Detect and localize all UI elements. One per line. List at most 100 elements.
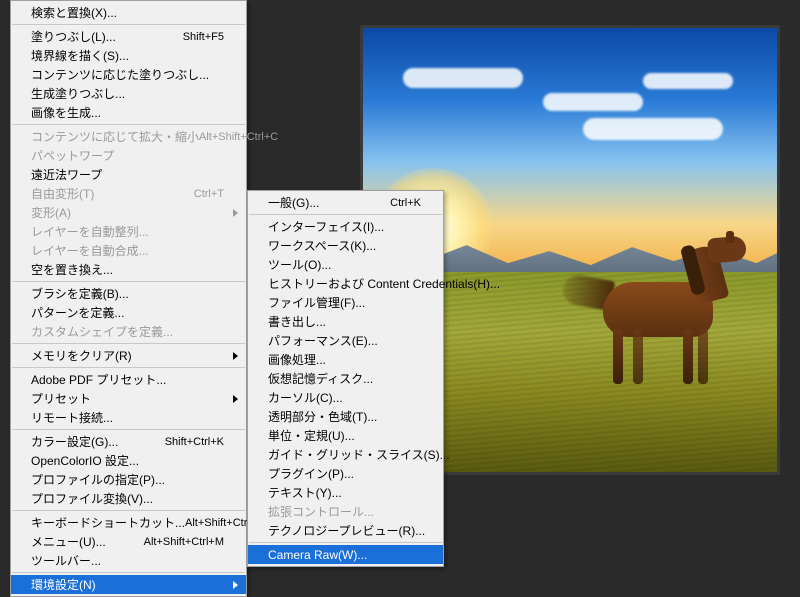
- menu-separator: [12, 572, 245, 573]
- menu-item-label: 透明部分・色域(T)...: [268, 408, 421, 425]
- menu_sub-item-1[interactable]: インターフェイス(I)...: [248, 217, 443, 236]
- menu-item-label: ツールバー...: [31, 552, 224, 569]
- menu_sub-item-15[interactable]: テキスト(Y)...: [248, 483, 443, 502]
- menu_sub-item-13[interactable]: ガイド・グリッド・スライス(S)...: [248, 445, 443, 464]
- menu-item-label: Adobe PDF プリセット...: [31, 371, 224, 388]
- menu_sub-item-7[interactable]: パフォーマンス(E)...: [248, 331, 443, 350]
- menu-item-label: 環境設定(N): [31, 576, 224, 593]
- menu_main-item-5[interactable]: 画像を生成...: [11, 103, 246, 122]
- menu_main-item-27[interactable]: ツールバー...: [11, 551, 246, 570]
- menu_main-item-7: パペットワープ: [11, 146, 246, 165]
- menu_main-item-9: 自由変形(T)Ctrl+T: [11, 184, 246, 203]
- menu-item-label: テキスト(Y)...: [268, 484, 421, 501]
- menu-item-label: パターンを定義...: [31, 304, 224, 321]
- menu-separator: [12, 343, 245, 344]
- menu-item-label: テクノロジープレビュー(R)...: [268, 522, 425, 539]
- menu_main-item-14[interactable]: ブラシを定義(B)...: [11, 284, 246, 303]
- menu_sub-item-4[interactable]: ヒストリーおよび Content Credentials(H)...: [248, 274, 443, 293]
- menu-item-label: 自由変形(T): [31, 185, 194, 202]
- menu_main-item-26[interactable]: メニュー(U)...Alt+Shift+Ctrl+M: [11, 532, 246, 551]
- menu_main-item-28[interactable]: 環境設定(N): [11, 575, 246, 594]
- menu_sub-item-9[interactable]: 仮想記憶ディスク...: [248, 369, 443, 388]
- menu-separator: [249, 214, 442, 215]
- menu-separator: [12, 367, 245, 368]
- menu-item-label: メモリをクリア(R): [31, 347, 224, 364]
- edit-menu[interactable]: 検索と置換(X)...塗りつぶし(L)...Shift+F5境界線を描く(S).…: [10, 0, 247, 597]
- menu_main-item-4[interactable]: 生成塗りつぶし...: [11, 84, 246, 103]
- menu-item-label: 空を置き換え...: [31, 261, 224, 278]
- menu-item-label: コンテンツに応じた塗りつぶし...: [31, 66, 224, 83]
- menu_main-item-21[interactable]: カラー設定(G)...Shift+Ctrl+K: [11, 432, 246, 451]
- clouds-layer: [363, 58, 777, 178]
- horse: [578, 237, 748, 387]
- menu-item-label: カラー設定(G)...: [31, 433, 165, 450]
- menu_main-item-16: カスタムシェイプを定義...: [11, 322, 246, 341]
- menu-item-label: プロファイルの指定(P)...: [31, 471, 224, 488]
- menu-item-label: メニュー(U)...: [31, 533, 144, 550]
- menu-item-label: 変形(A): [31, 204, 224, 221]
- menu-item-shortcut: Shift+F5: [183, 31, 224, 43]
- menu_main-item-20[interactable]: リモート接続...: [11, 408, 246, 427]
- menu_main-item-1[interactable]: 塗りつぶし(L)...Shift+F5: [11, 27, 246, 46]
- menu_main-item-17[interactable]: メモリをクリア(R): [11, 346, 246, 365]
- menu-separator: [12, 510, 245, 511]
- menu-item-label: 拡張コントロール...: [268, 503, 421, 520]
- menu_main-item-23[interactable]: プロファイルの指定(P)...: [11, 470, 246, 489]
- menu-item-label: インターフェイス(I)...: [268, 218, 421, 235]
- menu-item-label: 塗りつぶし(L)...: [31, 28, 183, 45]
- menu_main-item-15[interactable]: パターンを定義...: [11, 303, 246, 322]
- menu_main-item-8[interactable]: 遠近法ワープ: [11, 165, 246, 184]
- menu-item-label: プラグイン(P)...: [268, 465, 421, 482]
- menu-item-label: ブラシを定義(B)...: [31, 285, 224, 302]
- menu-item-label: OpenColorIO 設定...: [31, 452, 224, 469]
- menu_sub-item-17[interactable]: テクノロジープレビュー(R)...: [248, 521, 443, 540]
- menu_sub-item-14[interactable]: プラグイン(P)...: [248, 464, 443, 483]
- preferences-submenu[interactable]: 一般(G)...Ctrl+K インターフェイス(I)... ワークスペース(K)..…: [247, 190, 444, 567]
- menu_main-item-18[interactable]: Adobe PDF プリセット...: [11, 370, 246, 389]
- menu_sub-item-6[interactable]: 書き出し...: [248, 312, 443, 331]
- menu_main-item-24[interactable]: プロファイル変換(V)...: [11, 489, 246, 508]
- menu-item-label: 画像を生成...: [31, 104, 224, 121]
- menu_sub-item-5[interactable]: ファイル管理(F)...: [248, 293, 443, 312]
- menu_sub-item-10[interactable]: カーソル(C)...: [248, 388, 443, 407]
- menu-item-label: プロファイル変換(V)...: [31, 490, 224, 507]
- menu_main-item-6: コンテンツに応じて拡大・縮小Alt+Shift+Ctrl+C: [11, 127, 246, 146]
- menu-item-shortcut: Ctrl+K: [390, 197, 421, 209]
- menu-separator: [12, 124, 245, 125]
- menu_sub-item-8[interactable]: 画像処理...: [248, 350, 443, 369]
- menu_main-item-0[interactable]: 検索と置換(X)...: [11, 3, 246, 22]
- menu-item-label: Camera Raw(W)...: [268, 548, 421, 562]
- menu-item-label: 境界線を描く(S)...: [31, 47, 224, 64]
- menu_sub-item-18[interactable]: Camera Raw(W)...: [248, 545, 443, 564]
- menu-item-label: 一般(G)...: [268, 194, 390, 211]
- menu_main-item-2[interactable]: 境界線を描く(S)...: [11, 46, 246, 65]
- menu-item-label: カスタムシェイプを定義...: [31, 323, 224, 340]
- menu-item-label: プリセット: [31, 390, 224, 407]
- menu-item-label: 単位・定規(U)...: [268, 427, 421, 444]
- menu-separator: [12, 281, 245, 282]
- menu_main-item-11: レイヤーを自動整列...: [11, 222, 246, 241]
- menu_main-item-22[interactable]: OpenColorIO 設定...: [11, 451, 246, 470]
- menu_main-item-13[interactable]: 空を置き換え...: [11, 260, 246, 279]
- menu_sub-item-12[interactable]: 単位・定規(U)...: [248, 426, 443, 445]
- menu-item-label: 検索と置換(X)...: [31, 4, 224, 21]
- menu-item-shortcut: Alt+Shift+Ctrl+C: [199, 131, 278, 143]
- menu_sub-item-2[interactable]: ワークスペース(K)...: [248, 236, 443, 255]
- menu-item-label: ワークスペース(K)...: [268, 237, 421, 254]
- menu_main-item-10: 変形(A): [11, 203, 246, 222]
- menu_sub-item-3[interactable]: ツール(O)...: [248, 255, 443, 274]
- menu-item-label: ヒストリーおよび Content Credentials(H)...: [268, 275, 500, 292]
- menu_main-item-19[interactable]: プリセット: [11, 389, 246, 408]
- menu-item-label: パペットワープ: [31, 147, 224, 164]
- menu-item-label: コンテンツに応じて拡大・縮小: [31, 128, 199, 145]
- menu_sub-item-11[interactable]: 透明部分・色域(T)...: [248, 407, 443, 426]
- menu-item-label: パフォーマンス(E)...: [268, 332, 421, 349]
- menu_main-item-12: レイヤーを自動合成...: [11, 241, 246, 260]
- menu_sub-item-0[interactable]: 一般(G)...Ctrl+K: [248, 193, 443, 212]
- menu-separator: [12, 24, 245, 25]
- menu-item-label: ツール(O)...: [268, 256, 421, 273]
- menu-item-label: 仮想記憶ディスク...: [268, 370, 421, 387]
- menu-item-label: 画像処理...: [268, 351, 421, 368]
- menu_main-item-3[interactable]: コンテンツに応じた塗りつぶし...: [11, 65, 246, 84]
- menu-item-label: ファイル管理(F)...: [268, 294, 421, 311]
